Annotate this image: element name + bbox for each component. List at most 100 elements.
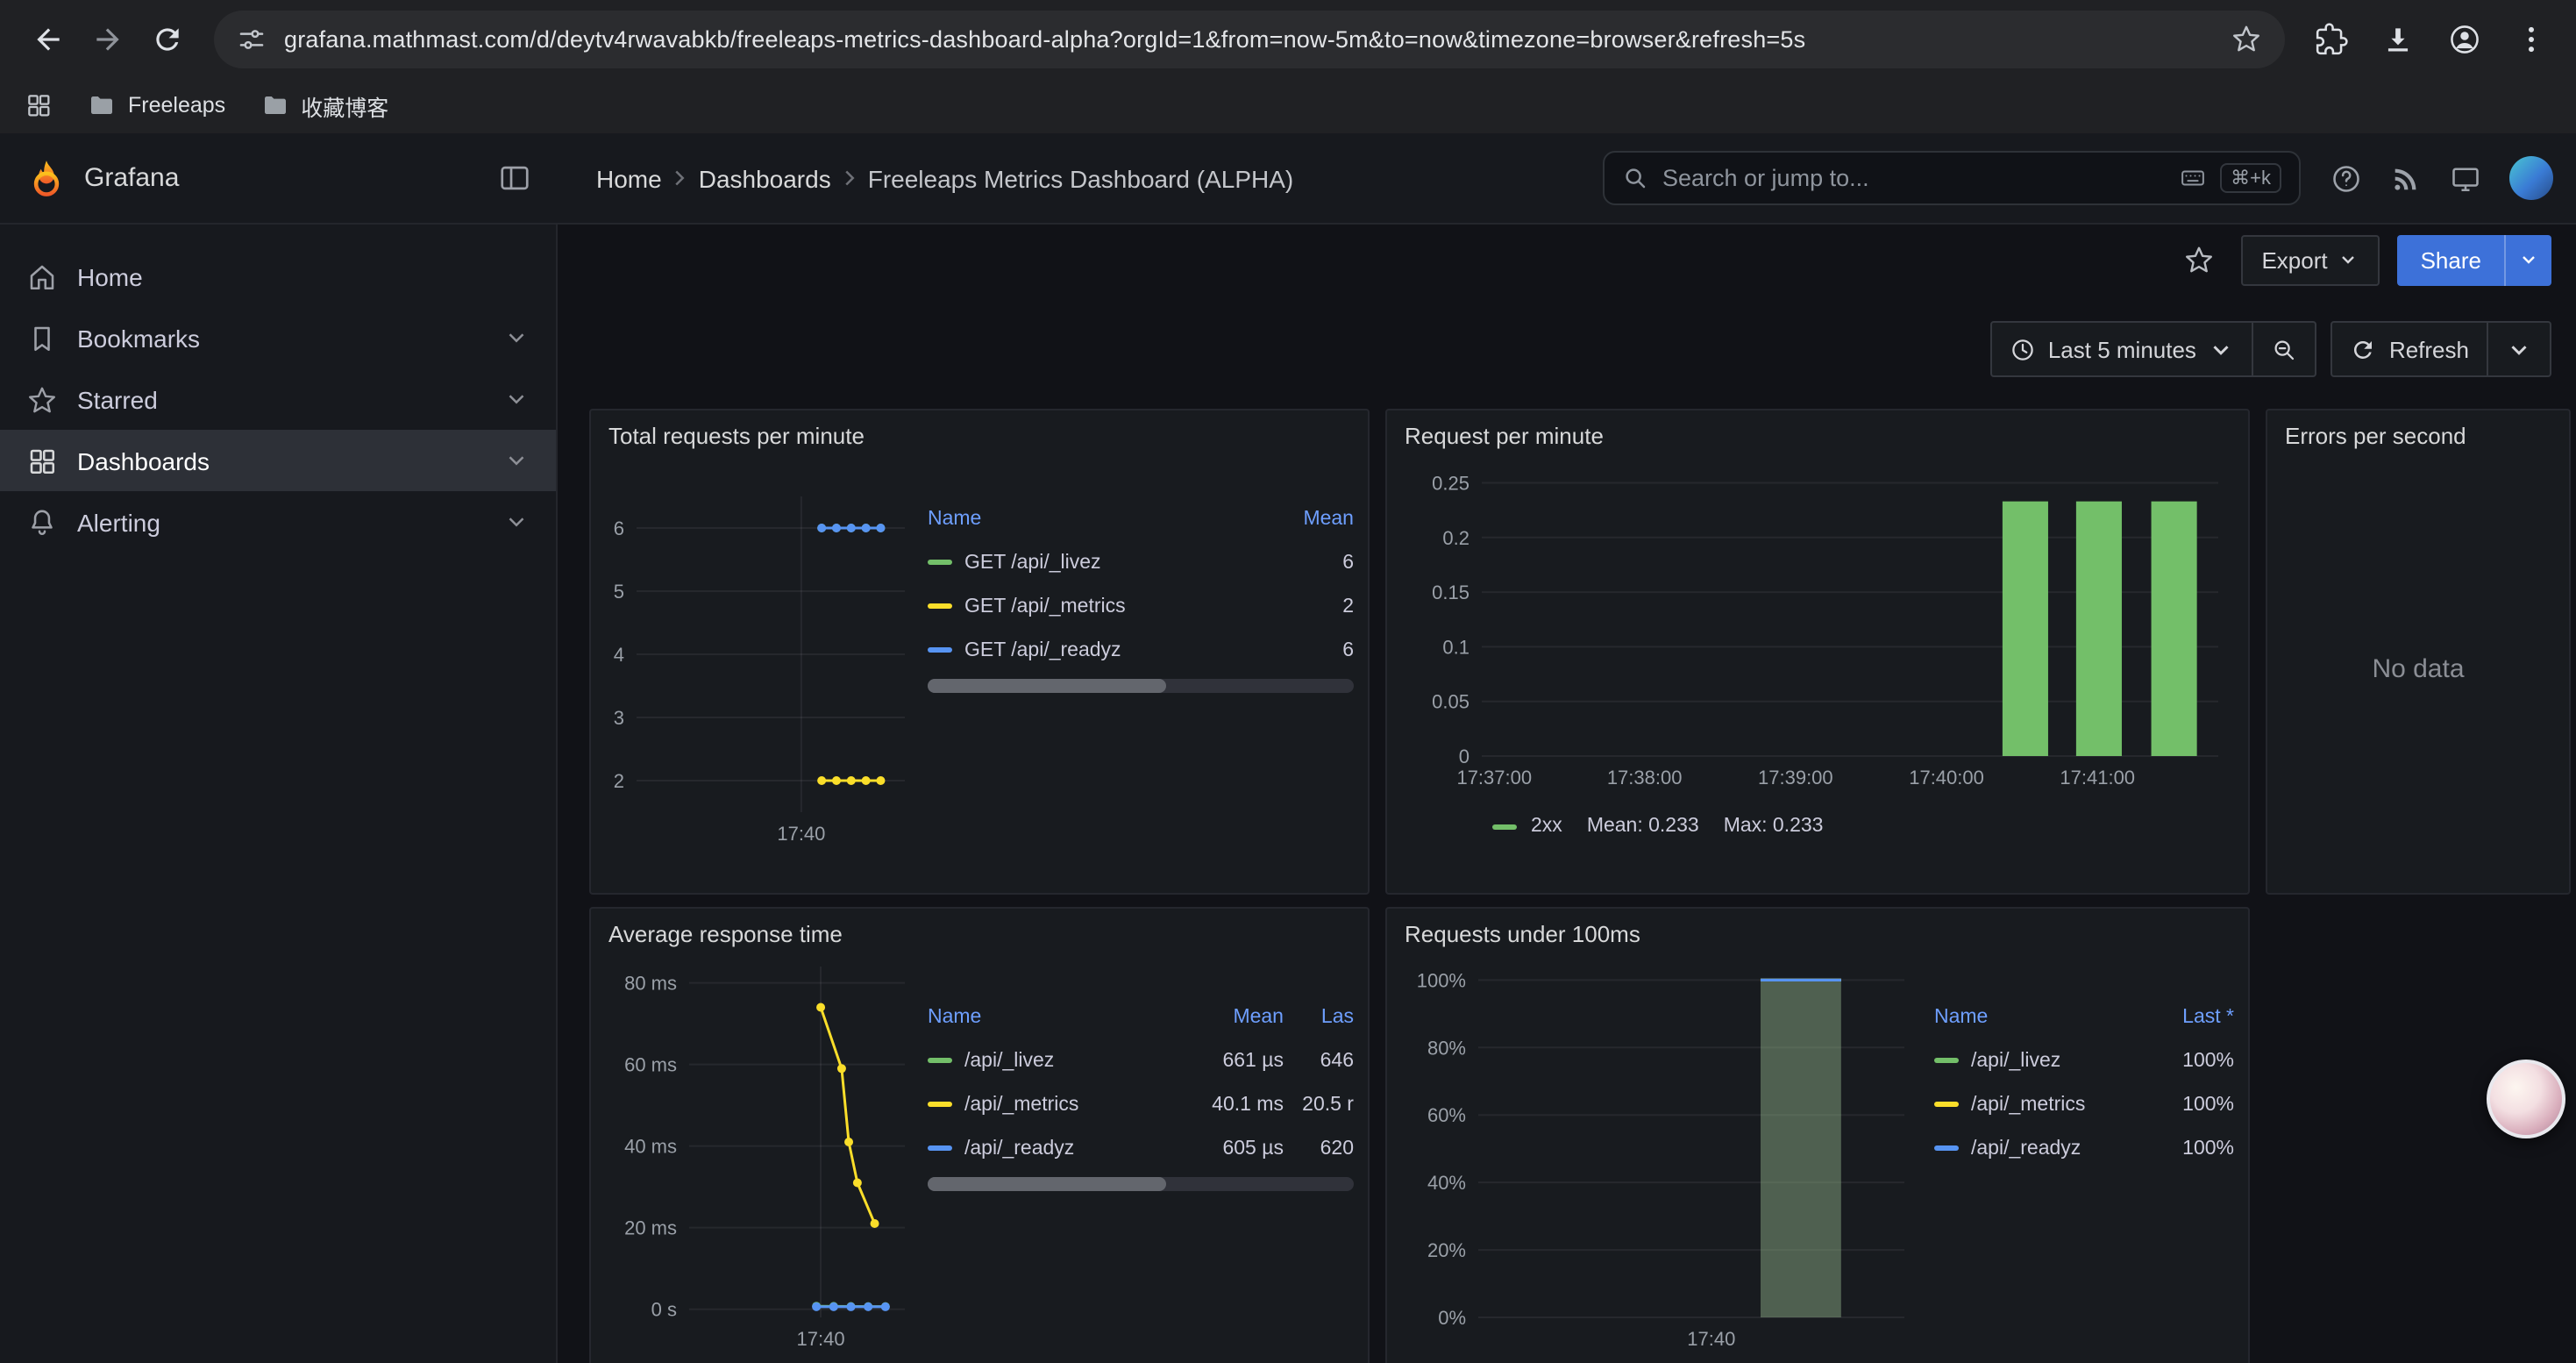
refresh-button[interactable]: Refresh [2331,321,2488,377]
legend-series-name: /api/_readyz [1934,1138,2143,1159]
sidebar-item-starred[interactable]: Starred [0,368,556,430]
legend-header-col[interactable]: Last * [2143,1006,2234,1027]
help-icon[interactable] [2330,162,2362,194]
search-box[interactable]: ⌘+k [1603,151,2301,205]
legend-inline[interactable]: 2xx Mean: 0.233 Max: 0.233 [1401,816,2234,837]
chevron-down-icon[interactable] [503,509,530,535]
legend-row[interactable]: /api/_livez661 µs646 [928,1038,1354,1082]
breadcrumb-home[interactable]: Home [596,164,662,192]
svg-text:60%: 60% [1427,1104,1466,1126]
screen: grafana.mathmast.com/d/deytv4rwavabkb/fr… [0,0,2576,1363]
grafana-logo[interactable] [26,158,67,198]
url-bar[interactable]: grafana.mathmast.com/d/deytv4rwavabkb/fr… [214,10,2285,68]
refresh-interval-caret[interactable] [2488,321,2551,377]
series-color-dash [928,560,952,565]
legend-row[interactable]: /api/_metrics40.1 ms20.5 r [928,1082,1354,1126]
legend-series-name: /api/_metrics [928,1094,1185,1115]
panel-title[interactable]: Request per minute [1387,410,2248,451]
sidebar-item-home[interactable]: Home [0,246,556,307]
sidebar-toggle-button[interactable] [498,161,531,195]
site-settings-icon[interactable] [237,24,267,54]
chevron-down-icon[interactable] [503,386,530,412]
legend-scrollbar[interactable] [928,1177,1354,1191]
svg-text:17:40: 17:40 [777,823,825,845]
panel-title[interactable]: Errors per second [2267,410,2569,451]
rss-icon[interactable] [2390,162,2422,194]
legend-row[interactable]: GET /api/_readyz6 [928,628,1354,672]
bookmark-star-icon[interactable] [2231,23,2262,54]
bell-icon [26,506,58,538]
legend-header-name[interactable]: Name [928,1006,1185,1027]
legend-header-col[interactable]: Mean [1270,508,1354,529]
svg-text:80 ms: 80 ms [624,973,677,995]
search-input[interactable] [1662,165,2166,191]
sidebar-item-alerting[interactable]: Alerting [0,491,556,553]
panel-title[interactable]: Total requests per minute [591,410,1368,451]
browser-reload-button[interactable] [137,9,196,68]
legend-row[interactable]: GET /api/_livez6 [928,540,1354,584]
panel-title[interactable]: Average response time [591,909,1368,949]
browser-forward-button[interactable] [77,9,137,68]
average-response-time-chart[interactable]: 80 ms60 ms40 ms20 ms0 s17:40 [605,953,914,1356]
refresh-label: Refresh [2389,336,2469,362]
extensions-button[interactable] [2302,9,2359,68]
chevron-down-icon[interactable] [503,447,530,474]
legend-header-name[interactable]: Name [928,508,1270,529]
requests-under-100ms-chart[interactable]: 100%80%60%40%20%0%17:40 [1401,953,1920,1359]
svg-text:17:37:00: 17:37:00 [1456,767,1532,789]
panel-title[interactable]: Requests under 100ms [1387,909,2248,949]
legend-value: 2 [1270,596,1354,617]
breadcrumb-dashboards[interactable]: Dashboards [699,164,831,192]
panel-requests-under-100ms: Requests under 100ms 100%80%60%40%20%0%1… [1385,907,2250,1363]
legend-header-col[interactable]: Mean [1185,1006,1284,1027]
request-per-minute-chart[interactable]: 0.250.20.150.10.05017:37:0017:38:0017:39… [1401,454,2225,798]
legend-header-name[interactable]: Name [1934,1006,2143,1027]
chevron-down-icon [2209,336,2235,362]
svg-text:5: 5 [614,581,624,603]
url-text[interactable]: grafana.mathmast.com/d/deytv4rwavabkb/fr… [284,25,2213,52]
dashboard-main: Export Share Last 5 minutes [558,225,2576,1363]
browser-back-button[interactable] [18,9,77,68]
share-button[interactable]: Share [2398,234,2504,285]
sidebar-item-dashboards[interactable]: Dashboards [0,430,556,491]
bookmark-item-freeleaps[interactable]: Freeleaps [88,91,225,119]
legend-value: 605 µs [1185,1138,1284,1159]
floating-avatar[interactable] [2487,1060,2565,1138]
bookmark-label: 收藏博客 [301,89,388,122]
total-requests-chart[interactable]: 6543217:40 [605,454,914,851]
legend-scrollbar-thumb[interactable] [928,1177,1166,1191]
legend-row[interactable]: /api/_livez100% [1934,1038,2234,1082]
svg-text:0.2: 0.2 [1442,527,1469,549]
grafana-user-avatar[interactable] [2509,156,2553,200]
sidebar-item-bookmarks[interactable]: Bookmarks [0,307,556,368]
legend-value: 100% [2143,1094,2234,1115]
legend-header-col[interactable]: Las [1284,1006,1354,1027]
series-color-dash [1934,1102,1959,1107]
legend-scrollbar-thumb[interactable] [928,679,1166,693]
legend-scrollbar[interactable] [928,679,1354,693]
export-button[interactable]: Export [2240,234,2380,285]
share-caret-button[interactable] [2504,234,2551,285]
favorite-dashboard-button[interactable] [2174,235,2223,284]
breadcrumb-current: Freeleaps Metrics Dashboard (ALPHA) [868,164,1294,192]
time-range-picker[interactable]: Last 5 minutes [1990,321,2254,377]
svg-text:0.05: 0.05 [1432,691,1469,713]
bookmark-item-blog[interactable]: 收藏博客 [260,89,388,122]
legend-row[interactable]: /api/_metrics100% [1934,1082,2234,1126]
legend-row[interactable]: GET /api/_metrics2 [928,584,1354,628]
svg-text:40 ms: 40 ms [624,1136,677,1158]
monitor-icon[interactable] [2450,162,2481,194]
legend-header-row: NameMean [928,496,1354,540]
downloads-button[interactable] [2369,9,2425,68]
panel-body: 0.250.20.150.10.05017:37:0017:38:0017:39… [1387,451,2248,893]
chevron-down-icon[interactable] [503,325,530,351]
legend-row[interactable]: /api/_readyz605 µs620 [928,1126,1354,1170]
star-icon [26,383,58,415]
sidebar-nav: Home Bookmarks Starred Dashboards Alerti… [0,225,558,1363]
legend-row[interactable]: /api/_readyz100% [1934,1126,2234,1170]
browser-menu-button[interactable] [2502,9,2558,68]
zoom-out-button[interactable] [2254,321,2317,377]
apps-grid-icon[interactable] [25,91,53,119]
browser-profile-button[interactable] [2436,9,2492,68]
svg-text:20 ms: 20 ms [624,1217,677,1239]
